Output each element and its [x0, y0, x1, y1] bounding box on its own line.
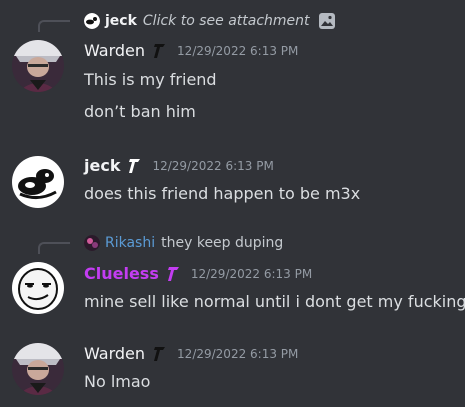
reply-preview[interactable]: Rikashi they keep duping: [84, 235, 283, 251]
reply-text[interactable]: Click to see attachment: [143, 13, 310, 29]
avatar[interactable]: [12, 343, 64, 395]
reply-username[interactable]: jeck: [105, 13, 137, 29]
message-header: Clueless 12/29/2022 6:13 PM: [84, 264, 312, 283]
reply-username[interactable]: Rikashi: [105, 235, 155, 251]
username[interactable]: Clueless: [84, 264, 159, 283]
timestamp: 12/29/2022 6:13 PM: [190, 266, 313, 281]
message-header: Warden 12/29/2022 6:13 PM: [84, 344, 298, 363]
timestamp: 12/29/2022 6:13 PM: [177, 346, 299, 361]
message-text: don’t ban him: [84, 102, 196, 121]
reply-connector: [38, 20, 70, 32]
message-text: does this friend happen to be m3x: [84, 184, 361, 203]
chat-log: jeck Click to see attachment Warden 12/2…: [0, 0, 465, 407]
message-header: jeck 12/29/2022 6:13 PM: [84, 156, 274, 175]
role-badge-icon: [151, 42, 167, 60]
reply-preview[interactable]: jeck Click to see attachment: [84, 12, 336, 30]
role-badge-icon: [126, 157, 142, 175]
username[interactable]: Warden: [84, 344, 145, 363]
avatar[interactable]: [12, 40, 64, 92]
username[interactable]: Warden: [84, 41, 145, 60]
role-badge-icon: [165, 265, 181, 283]
timestamp: 12/29/2022 6:13 PM: [177, 43, 299, 58]
message-text: mine sell like normal until i dont get m…: [84, 292, 465, 311]
jeck-mini-avatar: [84, 13, 100, 29]
image-icon: [318, 12, 336, 30]
rikashi-mini-avatar: [84, 235, 100, 251]
username[interactable]: jeck: [84, 156, 120, 175]
message-header: Warden 12/29/2022 6:13 PM: [84, 41, 298, 60]
reply-connector: [38, 242, 70, 254]
timestamp: 12/29/2022 6:13 PM: [152, 158, 274, 173]
role-badge-icon: [151, 345, 167, 363]
avatar[interactable]: [12, 156, 64, 208]
avatar[interactable]: [12, 262, 64, 314]
message-text: No lmao: [84, 372, 151, 391]
message-text: This is my friend: [84, 70, 217, 89]
reply-text[interactable]: they keep duping: [161, 235, 283, 251]
